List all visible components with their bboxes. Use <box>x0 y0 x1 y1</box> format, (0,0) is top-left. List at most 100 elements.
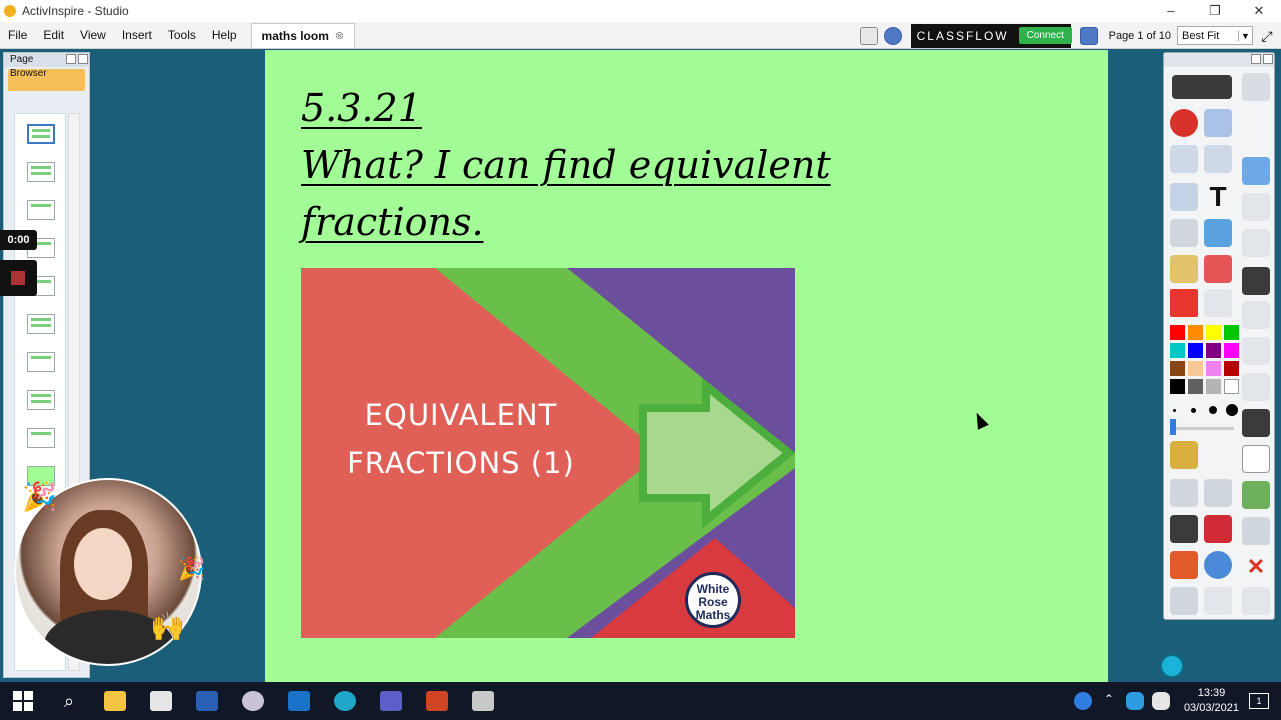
taskbar-sims[interactable] <box>138 682 184 720</box>
toolbox-expand-icon[interactable] <box>1160 654 1184 678</box>
page-thumbnail[interactable] <box>27 124 55 144</box>
taskbar-edge[interactable] <box>322 682 368 720</box>
promethean-icon[interactable] <box>883 26 902 45</box>
page-settings-icon[interactable] <box>1079 26 1098 45</box>
colour-swatch[interactable] <box>1188 361 1203 376</box>
clipboard-icon[interactable] <box>1242 587 1270 615</box>
fill-tool-icon[interactable] <box>1170 255 1198 283</box>
desktop-tools-icon[interactable] <box>1242 157 1270 185</box>
fullscreen-icon[interactable]: ⤢ <box>1257 26 1277 46</box>
colour-picker-icon[interactable] <box>1170 289 1198 317</box>
white-rose-lesson-image[interactable]: EQUIVALENT FRACTIONS (1) White Rose Math… <box>301 268 795 638</box>
voting-icon[interactable] <box>1204 109 1232 137</box>
redo-icon[interactable] <box>1204 479 1232 507</box>
colour-swatch[interactable] <box>1170 325 1185 340</box>
pen-width-xlarge[interactable] <box>1226 404 1238 416</box>
start-button[interactable] <box>0 682 46 720</box>
menu-tools[interactable]: Tools <box>160 22 204 49</box>
cloud-icon[interactable] <box>1151 692 1170 710</box>
taskbar-app[interactable] <box>230 682 276 720</box>
undo-icon[interactable] <box>1170 479 1198 507</box>
menu-insert[interactable]: Insert <box>114 22 160 49</box>
colour-swatch[interactable] <box>1224 325 1239 340</box>
help-icon[interactable] <box>1073 692 1092 710</box>
send-back-icon[interactable] <box>1242 373 1270 401</box>
menu-edit[interactable]: Edit <box>35 22 72 49</box>
dice-icon[interactable] <box>1204 515 1232 543</box>
clear-icon[interactable] <box>1242 267 1270 295</box>
shape-tool-icon[interactable] <box>1204 289 1232 317</box>
close-panel-icon[interactable] <box>78 54 88 64</box>
document-tab[interactable]: maths loom ⊗ <box>250 22 356 48</box>
select-tool-icon[interactable] <box>1170 183 1198 211</box>
pen-width-large[interactable] <box>1209 406 1217 414</box>
colour-swatch[interactable] <box>1188 325 1203 340</box>
pen-width-slider-thumb[interactable] <box>1170 419 1176 435</box>
colour-swatch[interactable] <box>1206 379 1221 394</box>
page-thumbnail[interactable] <box>27 162 55 182</box>
colour-swatch[interactable] <box>1170 343 1185 358</box>
colour-swatch[interactable] <box>1224 343 1239 358</box>
close-icon[interactable] <box>1263 54 1273 64</box>
magnifier-icon[interactable] <box>1170 587 1198 615</box>
insert-image-icon[interactable] <box>1242 481 1270 509</box>
colour-swatch[interactable] <box>1224 379 1239 394</box>
close-tab-icon[interactable]: ⊗ <box>335 29 344 42</box>
search-button[interactable]: ⌕ <box>46 682 92 720</box>
text-tool-icon[interactable]: T <box>1204 183 1232 211</box>
onedrive-icon[interactable] <box>1125 692 1144 710</box>
slide-title[interactable]: 5.3.21 What? I can find equivalent fract… <box>301 80 1001 251</box>
taskbar-teams[interactable] <box>368 682 414 720</box>
menu-view[interactable]: View <box>72 22 114 49</box>
close-button[interactable]: ✕ <box>1237 0 1281 22</box>
pen-tool-icon[interactable] <box>1170 219 1198 247</box>
layer-icon[interactable] <box>1242 193 1270 221</box>
restore-button[interactable]: ❐ <box>1193 0 1237 22</box>
menu-help[interactable]: Help <box>204 22 245 49</box>
page-icon[interactable] <box>1242 445 1270 473</box>
minimize-button[interactable]: – <box>1149 0 1193 22</box>
next-page-icon[interactable] <box>1204 145 1232 173</box>
taskbar-powerpoint[interactable] <box>414 682 460 720</box>
zoom-select[interactable]: Best Fit ▼ <box>1177 26 1253 45</box>
colour-swatch[interactable] <box>1188 379 1203 394</box>
handwriting-recognition-icon[interactable] <box>1204 587 1232 615</box>
insert-link-icon[interactable] <box>1242 517 1270 545</box>
taskbar-activinspire[interactable] <box>460 682 506 720</box>
colour-swatch[interactable] <box>1206 325 1221 340</box>
chevron-up-icon[interactable]: ⌃ <box>1100 692 1118 710</box>
pen-width-small[interactable] <box>1173 409 1176 412</box>
page-thumbnail[interactable] <box>27 352 55 372</box>
classflow-connect-button[interactable]: Connect <box>1018 27 1072 44</box>
lock-icon[interactable] <box>1242 409 1270 437</box>
highlighter-icon[interactable] <box>1204 219 1232 247</box>
menu-file[interactable]: File <box>0 22 35 49</box>
taskbar-word[interactable] <box>184 682 230 720</box>
previous-page-icon[interactable] <box>1170 145 1198 173</box>
page-thumbnail[interactable] <box>27 390 55 410</box>
page-thumbnail[interactable] <box>27 428 55 448</box>
delete-icon[interactable]: ✕ <box>1242 553 1270 581</box>
pen-width-slider[interactable] <box>1170 427 1234 430</box>
search-web-icon[interactable] <box>1204 551 1232 579</box>
reveal-tool-icon[interactable] <box>1170 515 1198 543</box>
share-button[interactable] <box>1172 75 1232 99</box>
colour-swatch[interactable] <box>1170 379 1185 394</box>
bring-forward-icon[interactable] <box>1242 337 1270 365</box>
taskbar-clock[interactable]: 13:39 03/03/2021 <box>1184 686 1239 716</box>
colour-swatch[interactable] <box>1224 361 1239 376</box>
camera-icon[interactable] <box>1170 551 1198 579</box>
colour-swatch[interactable] <box>1206 343 1221 358</box>
eraser-icon[interactable] <box>1204 255 1232 283</box>
user-profile-icon[interactable] <box>1242 73 1270 101</box>
pin-icon[interactable] <box>66 54 76 64</box>
taskbar-file-explorer[interactable] <box>92 682 138 720</box>
colour-swatch[interactable] <box>1170 361 1185 376</box>
colour-swatch[interactable] <box>1188 343 1203 358</box>
colour-swatch[interactable] <box>1206 361 1221 376</box>
express-poll-icon[interactable] <box>1170 109 1198 137</box>
dashboard-icon[interactable] <box>859 26 878 45</box>
flipchart-page[interactable]: 5.3.21 What? I can find equivalent fract… <box>265 50 1108 682</box>
page-thumbnail[interactable] <box>27 314 55 334</box>
pin-icon[interactable] <box>1251 54 1261 64</box>
